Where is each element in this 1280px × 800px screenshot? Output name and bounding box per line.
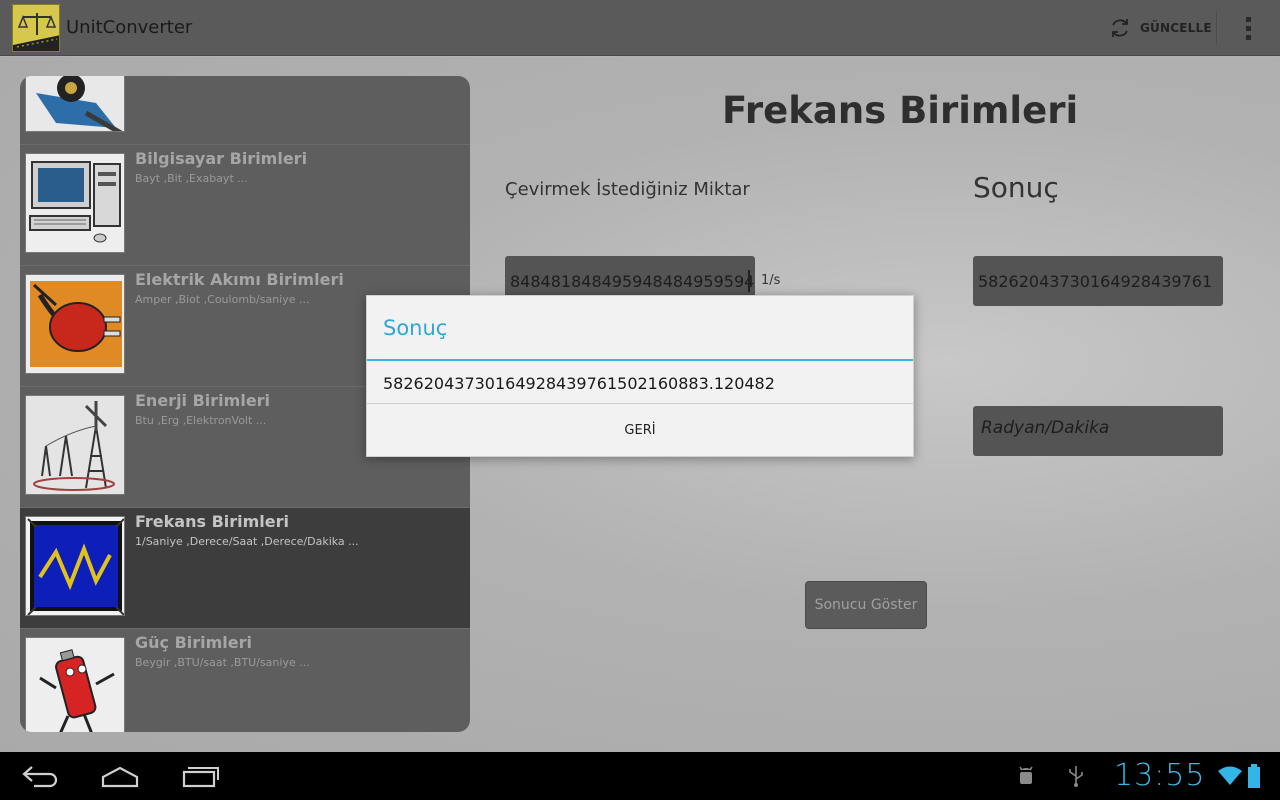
overflow-menu-icon[interactable] <box>1232 10 1264 46</box>
recent-apps-nav-icon[interactable] <box>170 758 230 794</box>
tools-thumbnail-icon <box>25 76 125 132</box>
category-name: Enerji Birimleri <box>135 391 271 410</box>
result-field-value: 58262043730164928439761 <box>978 272 1213 291</box>
category-desc: Amper ,Biot ,Coulomb/saniye ... <box>135 293 310 306</box>
action-bar: UnitConverter GÜNCELLE <box>0 0 1280 56</box>
actionbar-divider <box>1216 12 1217 44</box>
category-desc: Bayt ,Bit ,Exabayt ... <box>135 172 248 185</box>
wifi-icon <box>1216 762 1244 790</box>
result-label: Sonuç <box>973 171 1059 204</box>
category-name: Frekans Birimleri <box>135 512 290 531</box>
status-clock: 13:55 <box>1114 758 1206 793</box>
app-title: UnitConverter <box>66 17 193 38</box>
home-nav-icon[interactable] <box>90 758 150 794</box>
power-tower-thumbnail-icon <box>25 395 125 495</box>
electric-plug-thumbnail-icon <box>25 274 125 374</box>
dialog-title-divider <box>367 359 913 361</box>
battery-character-thumbnail-icon <box>25 637 125 732</box>
back-nav-icon[interactable] <box>10 758 70 794</box>
back-button[interactable]: GERİ <box>367 404 913 457</box>
amount-input-value: 848481848495948484959594 <box>510 272 755 291</box>
battery-icon <box>1244 762 1264 790</box>
input-label: Çevirmek İstediğiniz Miktar <box>505 179 750 200</box>
list-item-selected[interactable]: Frekans Birimleri 1/Saniye ,Derece/Saat … <box>20 508 470 629</box>
output-unit-dropdown[interactable]: Radyan/Dakika <box>973 406 1223 456</box>
refresh-label: GÜNCELLE <box>1140 21 1212 35</box>
frequency-wave-thumbnail-icon <box>25 516 125 616</box>
list-item[interactable]: Güç Birimleri Beygir ,BTU/saat ,BTU/sani… <box>20 629 470 732</box>
usb-icon <box>1062 762 1090 790</box>
app-logo-icon[interactable] <box>12 4 60 52</box>
show-result-button[interactable]: Sonucu Göster <box>805 581 927 629</box>
refresh-icon <box>1112 19 1128 37</box>
result-field[interactable]: 58262043730164928439761 <box>973 256 1223 306</box>
category-desc: 1/Saniye ,Derece/Saat ,Derece/Dakika ... <box>135 535 359 548</box>
list-item[interactable] <box>20 76 470 145</box>
category-name: Elektrik Akımı Birimleri <box>135 270 344 289</box>
computer-thumbnail-icon <box>25 153 125 253</box>
output-unit-value: Radyan/Dakika <box>981 418 1110 438</box>
text-cursor <box>748 270 750 292</box>
category-name: Güç Birimleri <box>135 633 253 652</box>
input-unit-label: 1/s <box>761 273 781 288</box>
result-dialog: Sonuç 58262043730164928439761502160883.1… <box>366 295 914 457</box>
list-item[interactable]: Bilgisayar Birimleri Bayt ,Bit ,Exabayt … <box>20 145 470 266</box>
android-debug-icon <box>1012 762 1040 790</box>
page-title: Frekans Birimleri <box>722 89 1079 132</box>
category-desc: Btu ,Erg ,ElektronVolt ... <box>135 414 267 427</box>
category-name: Bilgisayar Birimleri <box>135 149 308 168</box>
category-desc: Beygir ,BTU/saat ,BTU/saniye ... <box>135 656 310 669</box>
refresh-button[interactable]: GÜNCELLE <box>1108 0 1214 56</box>
system-navigation-bar: 13:55 <box>0 752 1280 800</box>
dialog-title: Sonuç <box>383 316 448 340</box>
dialog-message: 58262043730164928439761502160883.120482 <box>383 374 775 393</box>
